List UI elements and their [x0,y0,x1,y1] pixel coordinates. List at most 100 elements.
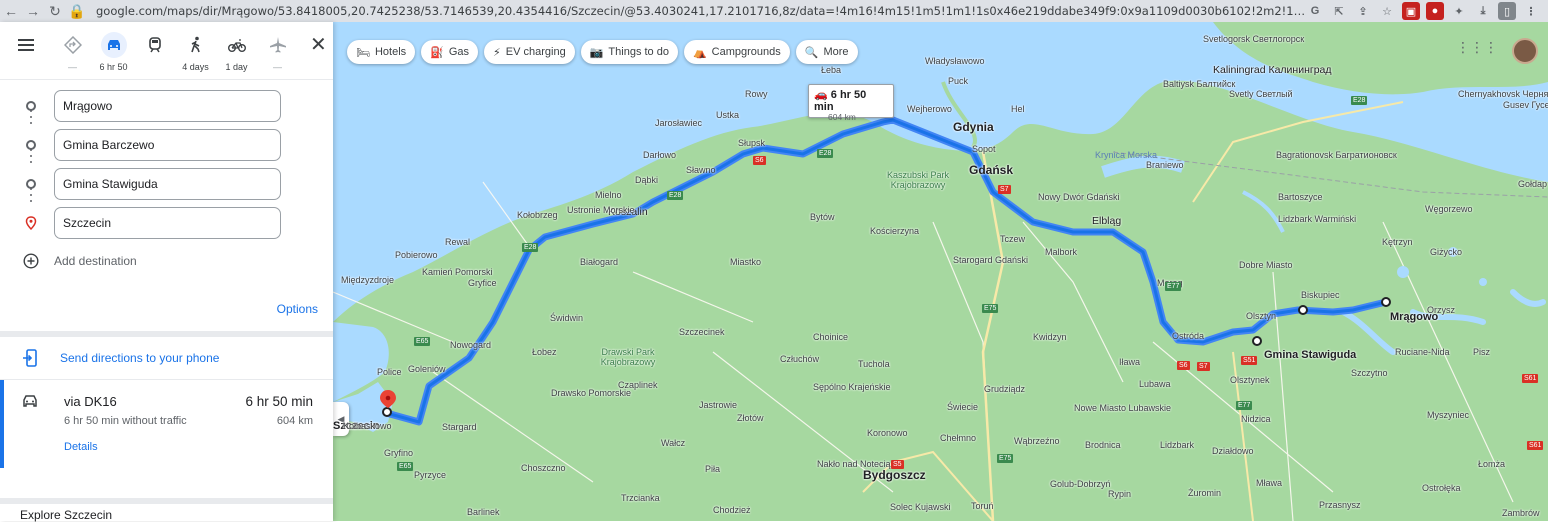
map-label-place[interactable]: Brodnica [1085,440,1121,450]
share-icon[interactable]: ⇪ [1354,2,1372,20]
map-label-place[interactable]: Sopot [972,144,996,154]
download-icon[interactable]: ⤓ [1474,2,1492,20]
map-label-place[interactable]: Barlinek [467,507,500,517]
extension-record-icon[interactable]: ● [1426,2,1444,20]
map-label-place[interactable]: Iława [1119,357,1140,367]
map-label-place[interactable]: Ostróda [1172,331,1204,341]
reload-icon[interactable]: ↻ [44,0,66,22]
origin-marker[interactable] [1381,297,1391,307]
map-label-place[interactable]: Czaplinek [618,380,658,390]
map-label-place[interactable]: Giżycko [1430,247,1462,257]
map-label-place[interactable]: Chodzież [713,505,751,515]
map-label-place[interactable]: Łomża [1478,459,1505,469]
map-label-place[interactable]: Biskupiec [1301,290,1340,300]
map-label-place[interactable]: Szczytno [1351,368,1388,378]
forward-icon[interactable]: → [22,0,44,22]
map-label-place[interactable]: Rewal [445,237,470,247]
map-label-place[interactable]: Łobez [532,347,557,357]
map-label-place[interactable]: Wałcz [661,438,685,448]
map-label-place[interactable]: Tczew [1000,234,1025,244]
map-label-place[interactable]: Mielno [595,190,622,200]
map-label-place[interactable]: Mława [1256,478,1282,488]
map-label-place[interactable]: Chełmno [940,433,976,443]
map-label-place[interactable]: Nowogard [450,340,491,350]
map-label-place[interactable]: Golub-Dobrzyń [1050,479,1111,489]
map-label-place[interactable]: Elbląg [1092,215,1121,227]
map-label-mragowo[interactable]: Mrągowo [1390,297,1438,336]
map-label-place[interactable]: Działdowo [1212,446,1254,456]
map-label-place[interactable]: Ruciane-Nida [1395,347,1450,357]
map-label-place[interactable]: Kaliningrad Калининград [1213,64,1332,76]
route-option-card[interactable]: via DK16 6 hr 50 min 6 hr 50 min without… [0,380,333,468]
mode-driving[interactable]: 6 hr 50 [93,32,134,72]
map-label-city[interactable]: Gdynia [953,120,994,134]
stop-input-destination[interactable]: Szczecin [54,206,281,239]
map-label-place[interactable]: Toruń [971,501,994,511]
bookmark-star-icon[interactable]: ☆ [1378,2,1396,20]
chip-gas[interactable]: ⛽ Gas [421,40,479,64]
map-label-place[interactable]: Chernyakhovsk Черняховск [1458,89,1548,99]
map-label-place[interactable]: Nowy Dwór Gdański [1038,192,1120,202]
map-label-place[interactable]: Jarosławiec [655,118,702,128]
map-label-place[interactable]: Ostrołęka [1422,483,1461,493]
chip-things-to-do[interactable]: 📷 Things to do [580,40,678,64]
kebab-menu-icon[interactable]: ⋮ [1522,2,1540,20]
close-icon[interactable]: ✕ [310,35,327,55]
hamburger-menu-icon[interactable] [18,38,42,57]
map-label-place[interactable]: Bartoszyce [1278,192,1323,202]
chip-more[interactable]: 🔍 More [795,40,858,64]
map-label-place[interactable]: Nakło nad Notecią [817,459,891,469]
map-label-place[interactable]: Malbork [1045,247,1077,257]
map-label-place[interactable]: Svetly Светлый [1229,89,1293,99]
waypoint-marker[interactable] [1252,336,1262,346]
add-destination-button[interactable]: Add destination [0,242,333,280]
google-apps-icon[interactable]: ⋮⋮⋮ [1456,39,1498,56]
map-label-place[interactable]: Pisz [1473,347,1490,357]
map-label-place[interactable]: Stargard [442,422,477,432]
map-label-place[interactable]: Gryfino [384,448,413,458]
send-to-phone-button[interactable]: Send directions to your phone [0,337,333,380]
map-label-place[interactable]: Człuchów [780,354,819,364]
map-label-place[interactable]: Świecie [947,402,978,412]
map-label-place[interactable]: Kołobrzeg [517,210,558,220]
route-callout[interactable]: 🚗 6 hr 50 min 604 km [808,84,894,122]
map-label-place[interactable]: Wejherowo [907,104,952,114]
map-label-place[interactable]: Hel [1011,104,1025,114]
map-label-place[interactable]: Myszyniec [1427,410,1469,420]
address-bar[interactable]: google.com/maps/dir/Mrągowo/53.8418005,2… [96,4,1306,18]
map-label-place[interactable]: Kwidzyn [1033,332,1067,342]
map-label-place[interactable]: Olsztyn [1246,311,1276,321]
map-label-place[interactable]: Nowe Miasto Lubawskie [1074,403,1171,413]
map-label-place[interactable]: Trzcianka [621,493,660,503]
map-label-place[interactable]: Puck [948,76,968,86]
map-label-city[interactable]: Bydgoszcz [863,468,926,482]
map-label-place[interactable]: Wąbrzeźno [1014,436,1060,446]
map-label-place[interactable]: Jastrowie [699,400,737,410]
destination-marker[interactable] [382,407,392,417]
map-label-place[interactable]: Choinice [813,332,848,342]
map-label-place[interactable]: Pobierowo [395,250,438,260]
map-label-place[interactable]: Międzyzdroje [341,275,394,285]
map-label-place[interactable]: Grudziądz [984,384,1025,394]
map-label-city[interactable]: Gdańsk [969,163,1013,177]
map-label-place[interactable]: Świdwin [550,313,583,323]
mode-walking[interactable]: 4 days [175,36,216,72]
map-label-place[interactable]: Bagrationovsk Багратионовск [1276,150,1397,160]
puzzle-icon[interactable]: ✦ [1450,2,1468,20]
map-label-place[interactable]: Kętrzyn [1382,237,1413,247]
map-label-place[interactable]: Lidzbark Warmiński [1278,214,1356,224]
map-label-place[interactable]: Przasnysz [1319,500,1361,510]
stop-input-waypoint-1[interactable]: Gmina Barczewo [54,128,281,161]
map-label-place[interactable]: Ustka [716,110,739,120]
map-label-place[interactable]: Złotów [737,413,764,423]
map-label-place[interactable]: Choszczno [521,463,566,473]
map-label-place[interactable]: Piła [705,464,720,474]
details-link[interactable]: Details [64,441,313,453]
stop-input-origin[interactable]: Mrągowo [54,89,281,122]
chip-hotels[interactable]: 🛏 Hotels [347,40,416,64]
map-label-place[interactable]: Darłowo [643,150,676,160]
map-label-place[interactable]: Goleniów [408,364,446,374]
map-label-place[interactable]: Gryfice [468,278,497,288]
map-label-place[interactable]: Rypin [1108,489,1131,499]
map-label-place[interactable]: Police [377,367,402,377]
